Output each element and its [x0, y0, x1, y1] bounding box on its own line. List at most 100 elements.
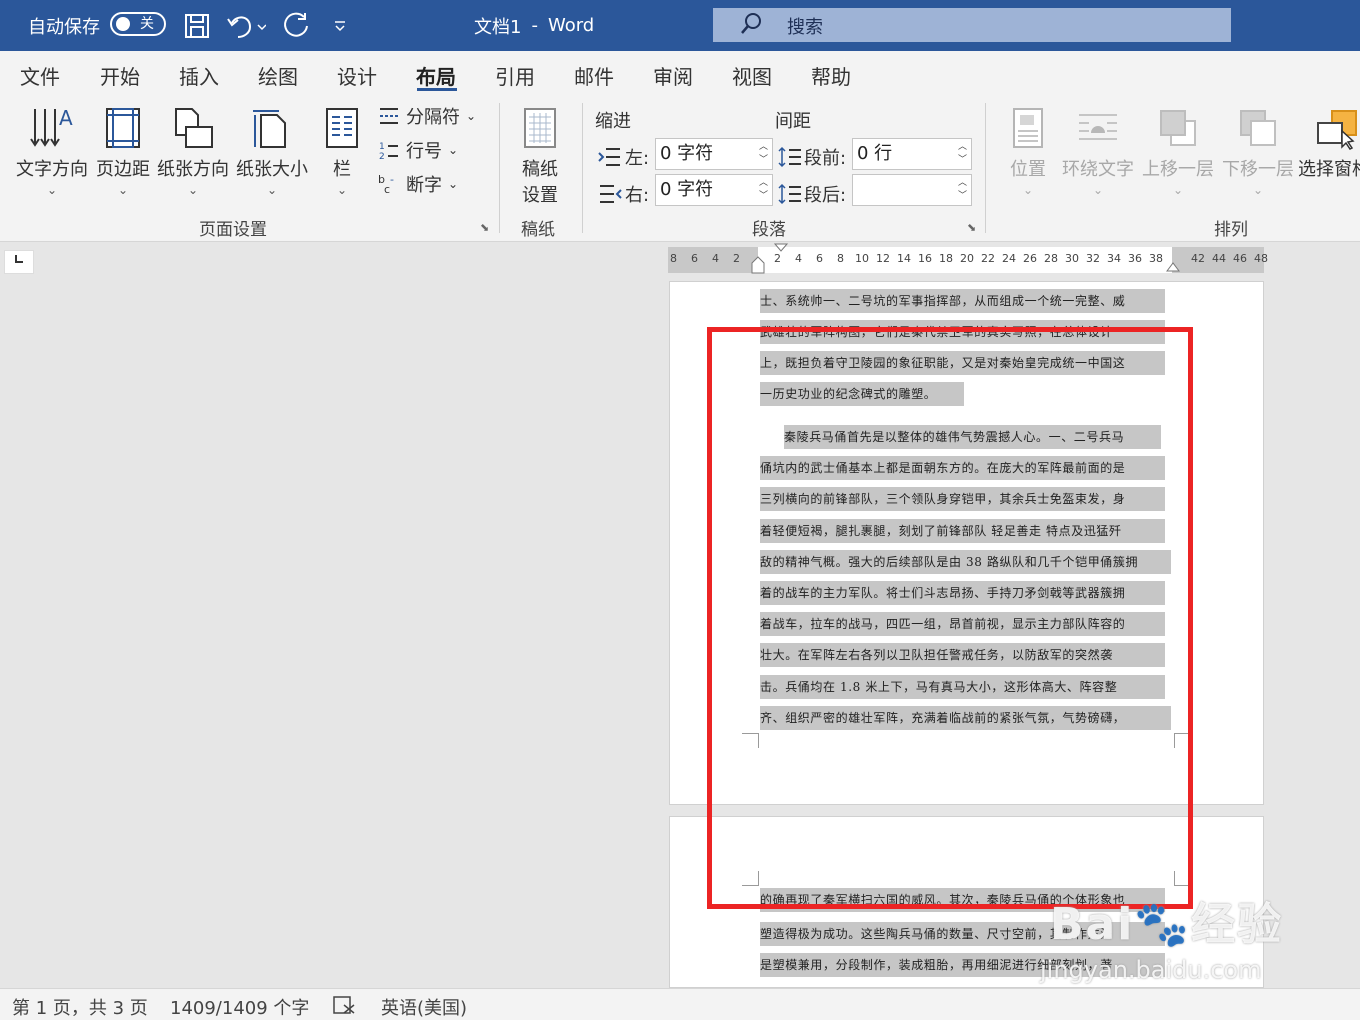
selection-pane-button[interactable]: 选择窗格 [1298, 105, 1360, 181]
tab-file[interactable]: 文件 [20, 61, 60, 90]
first-line-indent-icon[interactable] [774, 243, 788, 255]
ruler-label: 6 [816, 252, 823, 265]
indent-right-value: 0 字符 [660, 179, 714, 200]
ruler-label: 48 [1254, 252, 1268, 265]
ruler-label: 4 [712, 252, 719, 265]
selection-pane-icon [1317, 110, 1357, 150]
ruler-label: 38 [1149, 252, 1163, 265]
columns-label: 栏 [333, 159, 351, 180]
tab-home[interactable]: 开始 [100, 61, 140, 90]
save-icon[interactable] [184, 0, 210, 51]
tab-review[interactable]: 审阅 [653, 61, 693, 90]
ruler-label: 44 [1212, 252, 1226, 265]
arrange-group-label: 排列 [1214, 220, 1248, 240]
tab-layout[interactable]: 布局 [416, 61, 456, 90]
bring-forward-label: 上移一层 [1142, 159, 1214, 180]
group-separator [499, 103, 500, 233]
ruler-label: 26 [1023, 252, 1037, 265]
columns-button[interactable]: 栏 ⌄ [322, 105, 362, 197]
page-count[interactable]: 第 1 页，共 3 页 [12, 994, 148, 1020]
svg-text:-: - [390, 173, 394, 186]
autosave-state: 关 [140, 16, 154, 32]
tab-selector-button[interactable] [4, 250, 34, 274]
spin-arrows-icon[interactable]: ︿ ﹀ [759, 141, 768, 167]
bring-forward-button[interactable]: 上移一层 ⌄ [1140, 105, 1216, 197]
right-indent-icon[interactable] [1166, 257, 1180, 273]
ruler-label: 12 [876, 252, 890, 265]
chevron-down-icon: ⌄ [187, 183, 199, 197]
tab-mailings[interactable]: 邮件 [574, 61, 614, 90]
orientation-button[interactable]: 纸张方向 ⌄ [155, 105, 231, 197]
hyphenation-button[interactable]: bc- 断字 ⌄ [378, 171, 458, 197]
word-count[interactable]: 1409/1409 个字 [170, 994, 309, 1020]
redo-icon[interactable] [282, 0, 312, 51]
page-size-icon [253, 110, 286, 148]
indent-marker-icon[interactable] [751, 243, 765, 275]
wrap-text-button[interactable]: 环绕文字 ⌄ [1060, 105, 1136, 197]
svg-text:A: A [59, 106, 73, 130]
spacing-before-input[interactable]: 0 行 ︿ ﹀ [852, 138, 972, 170]
search-box[interactable]: 搜索 [713, 8, 1231, 42]
chevron-down-icon: ⌄ [448, 143, 459, 157]
ruler-label: 42 [1191, 252, 1205, 265]
send-backward-button[interactable]: 下移一层 ⌄ [1220, 105, 1296, 197]
indent-title: 缩进 [595, 111, 631, 132]
hyphenation-icon: bc- [378, 173, 394, 195]
language-indicator[interactable]: 英语(美国) [381, 994, 467, 1020]
tab-help[interactable]: 帮助 [811, 61, 851, 90]
spacing-after-input[interactable]: ︿ ﹀ [852, 174, 972, 206]
columns-icon [326, 108, 358, 148]
position-label: 位置 [1010, 159, 1046, 180]
tab-references[interactable]: 引用 [495, 61, 535, 90]
text-direction-button[interactable]: A 文字方向 ⌄ [14, 105, 90, 197]
line-numbers-icon: 12 [379, 142, 398, 161]
tab-design[interactable]: 设计 [337, 61, 377, 90]
tab-view[interactable]: 视图 [732, 61, 772, 90]
spin-arrows-icon[interactable]: ︿ ﹀ [759, 177, 768, 203]
margins-button[interactable]: 页边距 ⌄ [94, 105, 152, 197]
spin-arrows-icon[interactable]: ︿ ﹀ [958, 177, 967, 203]
chevron-down-icon: ⌄ [117, 183, 129, 197]
line-numbers-button[interactable]: 12 行号 ⌄ [378, 137, 458, 163]
tab-draw[interactable]: 绘图 [258, 61, 298, 90]
manuscript-settings-button[interactable]: 稿纸 设置 [512, 105, 568, 207]
baidu-watermark: Bai🐾经验 jingyan.baidu.com [1020, 868, 1310, 988]
manuscript-label-line2: 设置 [522, 185, 558, 206]
tab-insert[interactable]: 插入 [179, 61, 219, 90]
line-numbers-label: 行号 [406, 141, 442, 162]
watermark-url: jingyan.baidu.com [1040, 956, 1262, 984]
ruler-label: 14 [897, 252, 911, 265]
svg-text:2: 2 [379, 152, 385, 161]
selection-pane-label: 选择窗格 [1298, 159, 1360, 180]
customize-qat-icon[interactable] [333, 0, 347, 51]
indent-left-input[interactable]: 0 字符 ︿ ﹀ [655, 138, 773, 170]
text-direction-label: 文字方向 [16, 159, 88, 180]
position-button[interactable]: 位置 ⌄ [1004, 105, 1052, 197]
indent-right-label: 右: [598, 181, 649, 207]
proofing-icon[interactable] [332, 995, 356, 1020]
indent-right-input[interactable]: 0 字符 ︿ ﹀ [655, 174, 773, 206]
paragraph-launcher-icon[interactable]: ⬊ [967, 221, 976, 234]
spin-arrows-icon[interactable]: ︿ ﹀ [958, 141, 967, 167]
horizontal-ruler[interactable]: 8 6 4 2 2 4 6 8 10 12 14 16 18 20 22 24 26 28 30 32 34 36 38 42… [668, 243, 1268, 274]
chevron-down-icon: ⌄ [1022, 183, 1034, 197]
page-setup-launcher-icon[interactable]: ⬊ [480, 221, 489, 234]
undo-icon[interactable] [226, 0, 266, 51]
manuscript-label-line1: 稿纸 [522, 159, 558, 180]
ruler-label: 46 [1233, 252, 1247, 265]
bring-forward-icon [1160, 110, 1196, 146]
ruler-label: 34 [1107, 252, 1121, 265]
spacing-before-label: 段前: [778, 144, 846, 170]
autosave-toggle[interactable]: 关 [110, 12, 166, 36]
size-button[interactable]: 纸张大小 ⌄ [234, 105, 310, 197]
send-backward-icon [1240, 110, 1276, 146]
text-line[interactable]: 士、系统帅一、二号坑的军事指挥部，从而组成一个统一完整、威 [760, 289, 1165, 313]
ruler-label: 24 [1002, 252, 1016, 265]
chevron-down-icon: ⌄ [266, 183, 278, 197]
ribbon-tabs: 文件 开始 插入 绘图 设计 布局 引用 邮件 审阅 视图 帮助 [0, 51, 1360, 97]
breaks-button[interactable]: 分隔符 ⌄ [378, 103, 476, 129]
left-tab-stop-icon [15, 255, 23, 263]
group-separator [582, 103, 583, 233]
spacing-before-text: 段前: [804, 148, 847, 169]
highlight-annotation-box [707, 327, 1193, 909]
